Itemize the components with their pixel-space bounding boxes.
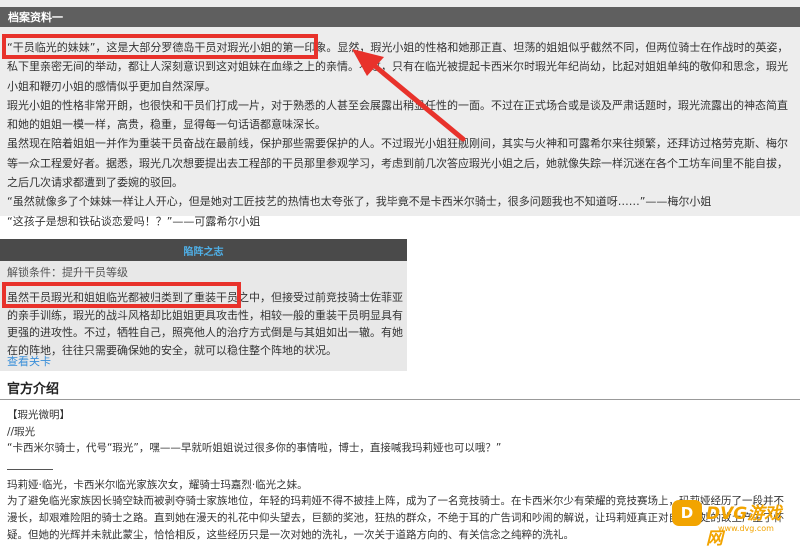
- watermark-url: www.dvg.com: [718, 524, 774, 533]
- watermark-logo-icon: D: [672, 500, 702, 526]
- official-tag: 【瑕光微明】: [7, 409, 70, 421]
- archive-paragraph: 瑕光小姐的性格非常开朗，也很快和干员们打成一片，对于熟悉的人甚至会展露出稍显任性…: [7, 98, 788, 132]
- official-quote: “卡西米尔骑士，代号“瑕光”，嘿——早就听姐姐说过很多你的事情啦，博士，直接喊我…: [7, 442, 502, 455]
- archive-title: 档案资料一: [8, 11, 63, 24]
- archive-section: 档案资料一 “干员临光的妹妹”，这是大部分罗德岛干员对瑕光小姐的第一印象。显然，…: [0, 0, 800, 228]
- highlight-box-trap: [2, 282, 241, 308]
- section-divider: [0, 399, 800, 400]
- short-rule: [7, 469, 53, 470]
- official-name-line: 玛莉娅·临光，卡西米尔临光家族次女，耀骑士玛嘉烈·临光之妹。: [7, 478, 308, 491]
- trap-title: 陷阵之志: [183, 247, 224, 258]
- official-speaker: //瑕光: [7, 425, 36, 438]
- archive-quote: “虽然就像多了个妹妹一样让人开心，但是她对工匠技艺的热情也太夸张了，我毕竟不是卡…: [7, 195, 712, 209]
- archive-body: “干员临光的妹妹”，这是大部分罗德岛干员对瑕光小姐的第一印象。显然，瑕光小姐的性…: [7, 38, 793, 231]
- trap-header: 陷阵之志: [0, 239, 407, 261]
- archive-paragraph: 虽然现在陪着姐姐一并作为重装干员奋战在最前线，保护那些需要保护的人。不过瑕光小姐…: [7, 137, 788, 190]
- highlight-box-archive: [2, 34, 318, 59]
- view-stage-link[interactable]: 查看关卡: [7, 353, 51, 369]
- archive-header: 档案资料一: [0, 7, 800, 27]
- archive-quote: “这孩子是想和铁砧谈恋爱吗！？”——可露希尔小姐: [7, 214, 261, 228]
- trap-unlock-condition: 解锁条件：提升干员等级: [7, 266, 128, 279]
- site-watermark: D DVG游戏网 www.dvg.com: [672, 498, 794, 549]
- official-intro-title: 官方介绍: [7, 382, 60, 397]
